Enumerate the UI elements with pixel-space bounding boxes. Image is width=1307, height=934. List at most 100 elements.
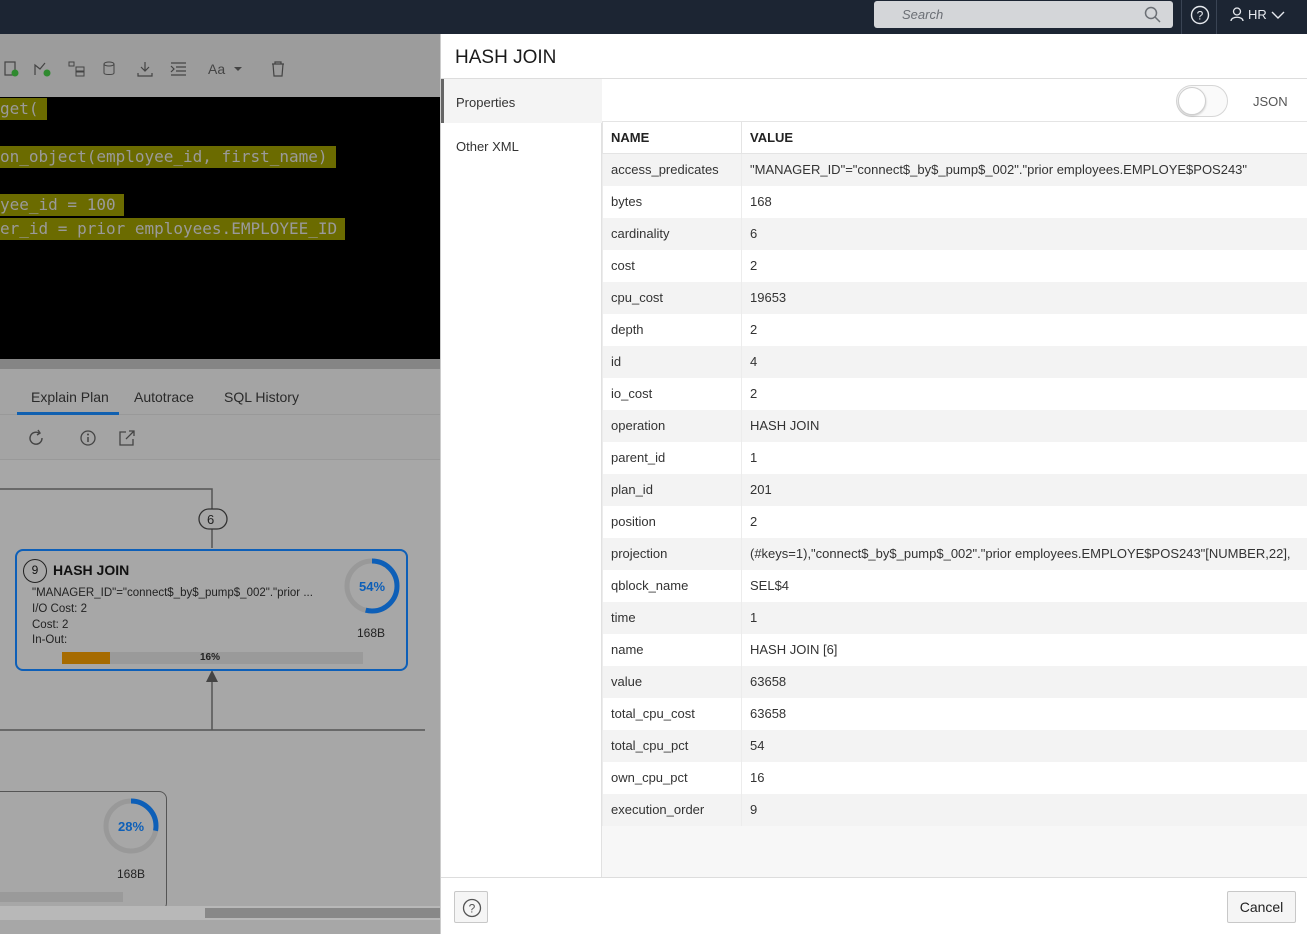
help-button[interactable]: ? [454, 891, 488, 923]
property-name: depth [602, 313, 742, 346]
code-line: on_object(employee_id, first_name) [0, 146, 336, 168]
search-input[interactable]: Search [874, 1, 1173, 28]
property-name: total_cpu_pct [602, 729, 742, 762]
table-row[interactable]: execution_order 9 [602, 793, 1307, 826]
table-row[interactable]: io_cost 2 [602, 377, 1307, 410]
table-row[interactable]: name HASH JOIN [6] [602, 633, 1307, 666]
property-value: 63658 [741, 697, 1307, 730]
property-value: "MANAGER_ID"="connect$_by$_pump$_002"."p… [741, 153, 1307, 186]
help-menu-button[interactable]: ? [1181, 0, 1217, 34]
json-toggle[interactable] [1176, 85, 1228, 117]
tab-autotrace[interactable]: Autotrace [134, 389, 194, 405]
property-value: 2 [741, 377, 1307, 410]
horizontal-scrollbar[interactable] [0, 906, 440, 920]
table-row[interactable]: operation HASH JOIN [602, 409, 1307, 442]
chevron-down-icon [1271, 11, 1285, 19]
tree-icon[interactable] [68, 61, 86, 77]
node-bytes: 168B [117, 867, 146, 881]
table-row[interactable]: value 63658 [602, 665, 1307, 698]
table-row[interactable]: total_cpu_pct 54 [602, 729, 1307, 762]
database-icon[interactable] [102, 61, 120, 77]
table-row[interactable]: total_cpu_cost 63658 [602, 697, 1307, 730]
code-line: get( [0, 98, 47, 120]
trash-icon[interactable] [269, 61, 287, 77]
property-value: 9 [741, 793, 1307, 826]
tab-explain-plan[interactable]: Explain Plan [31, 389, 109, 405]
property-name: cardinality [602, 217, 742, 250]
code-editor[interactable]: get( on_object(employee_id, first_name) … [0, 97, 440, 359]
property-name: name [602, 633, 742, 666]
cpu-pct-label: 28% [118, 819, 144, 834]
property-value: 168 [741, 185, 1307, 218]
explain-icon[interactable] [34, 61, 52, 77]
properties-panel: JSON NAME VALUE access_predicates "MANAGE… [602, 79, 1307, 877]
open-external-icon[interactable] [118, 429, 136, 447]
property-value: 2 [741, 313, 1307, 346]
plan-diagram: 6 9 HASH JOIN "MANAGER_ID"="connect$_by$… [0, 460, 440, 934]
scrollbar-thumb[interactable] [205, 908, 440, 918]
run-script-icon[interactable] [2, 61, 20, 77]
own-pct-bar [0, 892, 123, 902]
property-name: value [602, 665, 742, 698]
table-row[interactable]: projection (#keys=1),"connect$_by$_pump$_… [602, 537, 1307, 570]
refresh-icon[interactable] [27, 429, 45, 447]
column-header-value[interactable]: VALUE [741, 121, 1307, 154]
table-row[interactable]: time 1 [602, 601, 1307, 634]
table-row[interactable]: plan_id 201 [602, 473, 1307, 506]
table-row[interactable]: parent_id 1 [602, 441, 1307, 474]
tab-sql-history[interactable]: SQL History [224, 389, 299, 405]
property-name: projection [602, 537, 742, 570]
search-placeholder: Search [902, 7, 944, 22]
node-in-out: In-Out: [32, 634, 68, 646]
table-row[interactable]: id 4 [602, 345, 1307, 378]
connector-label: 6 [207, 512, 215, 527]
table-row[interactable]: own_cpu_pct 16 [602, 761, 1307, 794]
font-size-icon[interactable]: Aa [208, 61, 244, 77]
user-menu[interactable]: HR [1230, 7, 1285, 22]
plan-node-secondary[interactable]: 28% 168B [0, 791, 167, 911]
column-header-name[interactable]: NAME [602, 121, 742, 154]
dialog-title: HASH JOIN [455, 47, 557, 68]
help-icon: ? [1190, 5, 1210, 25]
search-icon[interactable] [1144, 6, 1161, 23]
property-value: 2 [741, 505, 1307, 538]
download-icon[interactable] [136, 61, 154, 77]
property-value: 19653 [741, 281, 1307, 314]
property-value: 201 [741, 473, 1307, 506]
info-icon[interactable] [79, 429, 97, 447]
user-icon [1230, 7, 1244, 22]
table-row[interactable]: position 2 [602, 505, 1307, 538]
property-value: 1 [741, 601, 1307, 634]
property-name: own_cpu_pct [602, 761, 742, 794]
property-name: bytes [602, 185, 742, 218]
property-value: 1 [741, 441, 1307, 474]
table-row[interactable]: access_predicates "MANAGER_ID"="connect$_… [602, 153, 1307, 186]
table-row[interactable]: bytes 168 [602, 185, 1307, 218]
property-name: total_cpu_cost [602, 697, 742, 730]
property-name: operation [602, 409, 742, 442]
property-name: position [602, 505, 742, 538]
property-value: 6 [741, 217, 1307, 250]
table-row[interactable]: qblock_name SEL$4 [602, 569, 1307, 602]
table-row[interactable]: depth 2 [602, 313, 1307, 346]
user-name: HR [1248, 7, 1267, 22]
dialog-sidebar: Properties Other XML [441, 79, 602, 877]
sidebar-item-properties[interactable]: Properties [441, 79, 602, 123]
plan-node-hash-join[interactable]: 9 HASH JOIN "MANAGER_ID"="connect$_by$_p… [15, 549, 408, 671]
property-name: plan_id [602, 473, 742, 506]
property-name: cpu_cost [602, 281, 742, 314]
table-row[interactable]: cardinality 6 [602, 217, 1307, 250]
property-name: access_predicates [602, 153, 742, 186]
property-value: (#keys=1),"connect$_by$_pump$_002"."prio… [741, 537, 1307, 570]
table-row[interactable]: cpu_cost 19653 [602, 281, 1307, 314]
node-cost: Cost: 2 [32, 619, 69, 631]
sidebar-item-other-xml[interactable]: Other XML [441, 123, 602, 167]
cancel-button[interactable]: Cancel [1227, 891, 1296, 923]
pane-splitter[interactable] [0, 359, 440, 369]
table-row[interactable]: cost 2 [602, 249, 1307, 282]
property-name: qblock_name [602, 569, 742, 602]
property-value: 54 [741, 729, 1307, 762]
format-icon[interactable] [170, 61, 188, 77]
property-name: execution_order [602, 793, 742, 826]
svg-text:Aa: Aa [208, 61, 225, 77]
